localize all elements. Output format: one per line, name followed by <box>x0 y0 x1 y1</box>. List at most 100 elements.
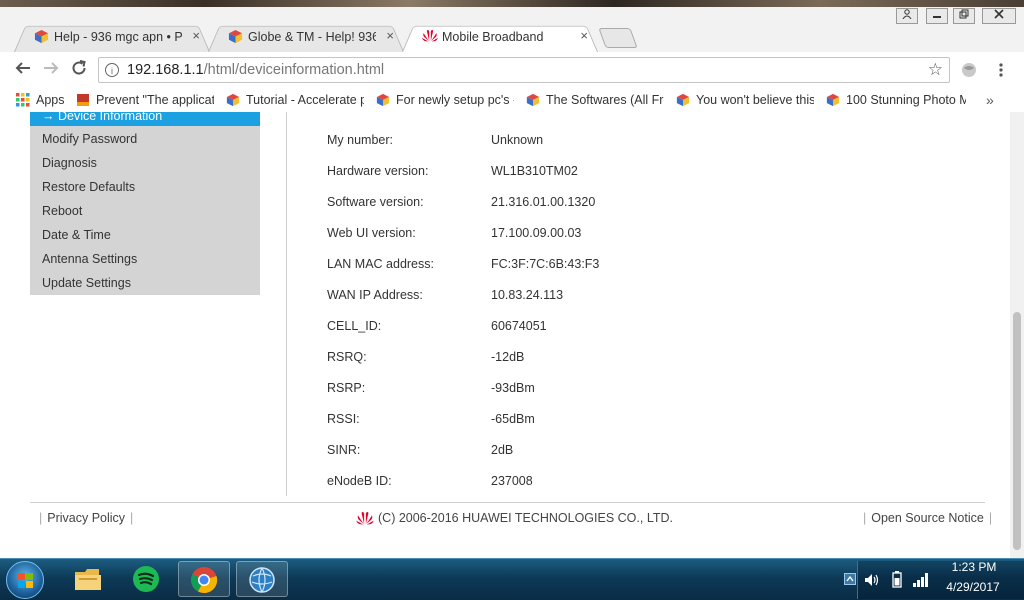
network-globe-icon <box>249 567 275 593</box>
sidebar-item-antenna-settings[interactable]: Antenna Settings <box>42 252 137 266</box>
bookmark-star-icon[interactable]: ☆ <box>928 60 943 80</box>
desktop-wallpaper-strip <box>0 0 1024 7</box>
file-explorer-icon <box>75 569 101 590</box>
taskbar-chrome[interactable] <box>178 561 230 597</box>
battery-icon[interactable] <box>892 571 902 588</box>
footer-left: | Privacy Policy | <box>34 511 138 525</box>
show-hidden-icons-icon[interactable] <box>844 573 856 585</box>
bookmark-newly-setup-pcs[interactable]: For newly setup pc's - <box>376 91 514 109</box>
restore-icon <box>959 9 969 19</box>
sidebar-item-reboot[interactable]: Reboot <box>42 204 82 218</box>
bookmark-label: For newly setup pc's - <box>396 93 514 107</box>
bookmark-100-stunning-photo[interactable]: 100 Stunning Photo M <box>826 91 966 109</box>
page-scrollbar[interactable] <box>1010 112 1024 558</box>
info-value-hardware-version: WL1B310TM02 <box>491 164 578 178</box>
info-label-rsrp: RSRP: <box>327 381 366 395</box>
clock-time[interactable]: 1:23 PM <box>944 560 1004 574</box>
minimize-icon <box>933 16 941 18</box>
info-value-sinr: 2dB <box>491 443 514 457</box>
volume-icon[interactable] <box>864 573 880 587</box>
info-label-web-ui-version: Web UI version: <box>327 226 416 240</box>
content-divider-vertical <box>286 112 287 496</box>
clock-date[interactable]: 4/29/2017 <box>940 580 1006 594</box>
info-value-enodeb-id: 237008 <box>491 474 533 488</box>
sidebar-item-restore-defaults[interactable]: Restore Defaults <box>42 180 135 194</box>
sidebar-item-update-settings[interactable]: Update Settings <box>42 276 131 290</box>
page-content: → Device Information Modify Password Dia… <box>0 112 1024 558</box>
back-button[interactable] <box>12 59 34 81</box>
tab-help-936[interactable]: Help - 936 mgc apn • PH × <box>14 22 210 52</box>
footer-copyright: (C) 2006-2016 HUAWEI TECHNOLOGIES CO., L… <box>356 511 673 525</box>
info-label-cell-id: CELL_ID: <box>327 319 382 333</box>
url-path: /html/deviceinformation.html <box>203 62 385 78</box>
cube-icon <box>226 93 240 107</box>
tab-close-icon[interactable]: × <box>386 28 394 43</box>
flag-icon <box>77 94 89 106</box>
bookmarks-overflow-chevron-icon[interactable]: » <box>986 91 994 109</box>
menu-kebab-icon[interactable] <box>996 62 1006 78</box>
bookmark-you-wont-believe[interactable]: You won't believe this <box>676 91 814 109</box>
huawei-logo-icon <box>422 30 438 42</box>
footer-divider <box>30 502 985 503</box>
forward-arrow-icon <box>44 62 59 74</box>
profile-button[interactable] <box>896 8 918 24</box>
tab-globe-tm[interactable]: Globe & TM - Help! 936 × <box>208 22 404 52</box>
start-button[interactable] <box>6 561 44 599</box>
info-value-cell-id: 60674051 <box>491 319 547 333</box>
tab-mobile-broadband[interactable]: Mobile Broadband × <box>402 22 598 52</box>
address-bar[interactable]: i 192.168.1.1/html/deviceinformation.htm… <box>98 57 950 83</box>
reload-icon <box>72 60 86 75</box>
clipped-row <box>491 112 601 114</box>
back-arrow-icon <box>15 62 30 74</box>
taskbar-file-explorer[interactable] <box>62 561 114 597</box>
bookmark-prevent-application[interactable]: Prevent "The applicati <box>76 91 214 109</box>
footer-right: | Open Source Notice | <box>858 511 997 525</box>
info-label-wan-ip-address: WAN IP Address: <box>327 288 423 302</box>
bookmark-label: Prevent "The applicati <box>96 93 214 107</box>
taskbar-spotify[interactable] <box>121 561 173 597</box>
tab-close-icon[interactable]: × <box>580 28 588 43</box>
info-label-rssi: RSSI: <box>327 412 360 426</box>
sidebar-item-device-information[interactable]: → Device Information <box>30 112 260 126</box>
open-source-notice-link[interactable]: Open Source Notice <box>871 511 984 525</box>
restore-button[interactable] <box>953 8 975 24</box>
sidebar-item-modify-password[interactable]: Modify Password <box>42 132 137 146</box>
cube-icon <box>34 29 49 44</box>
bookmark-the-softwares[interactable]: The Softwares (All Fre <box>526 91 664 109</box>
info-label-sinr: SINR: <box>327 443 361 457</box>
cube-icon <box>376 93 390 107</box>
apps-grid-icon <box>16 93 30 107</box>
spotify-icon <box>133 566 159 592</box>
extension-icon[interactable] <box>960 62 978 78</box>
info-value-rssi: -65dBm <box>491 412 535 426</box>
info-label-software-version: Software version: <box>327 195 424 209</box>
reload-button[interactable] <box>68 59 90 81</box>
bookmark-label: Apps <box>36 93 65 107</box>
bookmark-label: Tutorial - Accelerate p <box>246 93 364 107</box>
close-icon <box>994 9 1004 19</box>
clipped-row <box>327 112 387 114</box>
taskbar-network-app[interactable] <box>236 561 288 597</box>
tab-close-icon[interactable]: × <box>192 28 200 43</box>
privacy-policy-link[interactable]: Privacy Policy <box>47 511 125 525</box>
info-value-wan-ip-address: 10.83.24.113 <box>491 288 564 302</box>
footer-separator: | <box>39 511 43 525</box>
info-icon[interactable]: i <box>105 63 119 77</box>
footer-separator: | <box>863 511 867 525</box>
info-label-hardware-version: Hardware version: <box>327 164 429 178</box>
cube-icon <box>228 29 243 44</box>
sidebar-item-diagnosis[interactable]: Diagnosis <box>42 156 97 170</box>
sidebar-item-date-time[interactable]: Date & Time <box>42 228 111 242</box>
windows-taskbar: 1:23 PM 4/29/2017 <box>0 558 1024 600</box>
bookmark-apps[interactable]: Apps <box>16 91 76 109</box>
close-window-button[interactable] <box>982 8 1016 24</box>
minimize-button[interactable] <box>926 8 948 24</box>
scrollbar-thumb[interactable] <box>1013 312 1021 550</box>
info-value-rsrp: -93dBm <box>491 381 535 395</box>
info-value-lan-mac-address: FC:3F:7C:6B:43:F3 <box>491 257 600 271</box>
signal-strength-icon[interactable] <box>912 572 930 587</box>
info-label-lan-mac-address: LAN MAC address: <box>327 257 434 271</box>
bookmark-tutorial-accelerate[interactable]: Tutorial - Accelerate p <box>226 91 364 109</box>
forward-button[interactable] <box>40 59 62 81</box>
new-tab-button[interactable] <box>598 28 638 48</box>
